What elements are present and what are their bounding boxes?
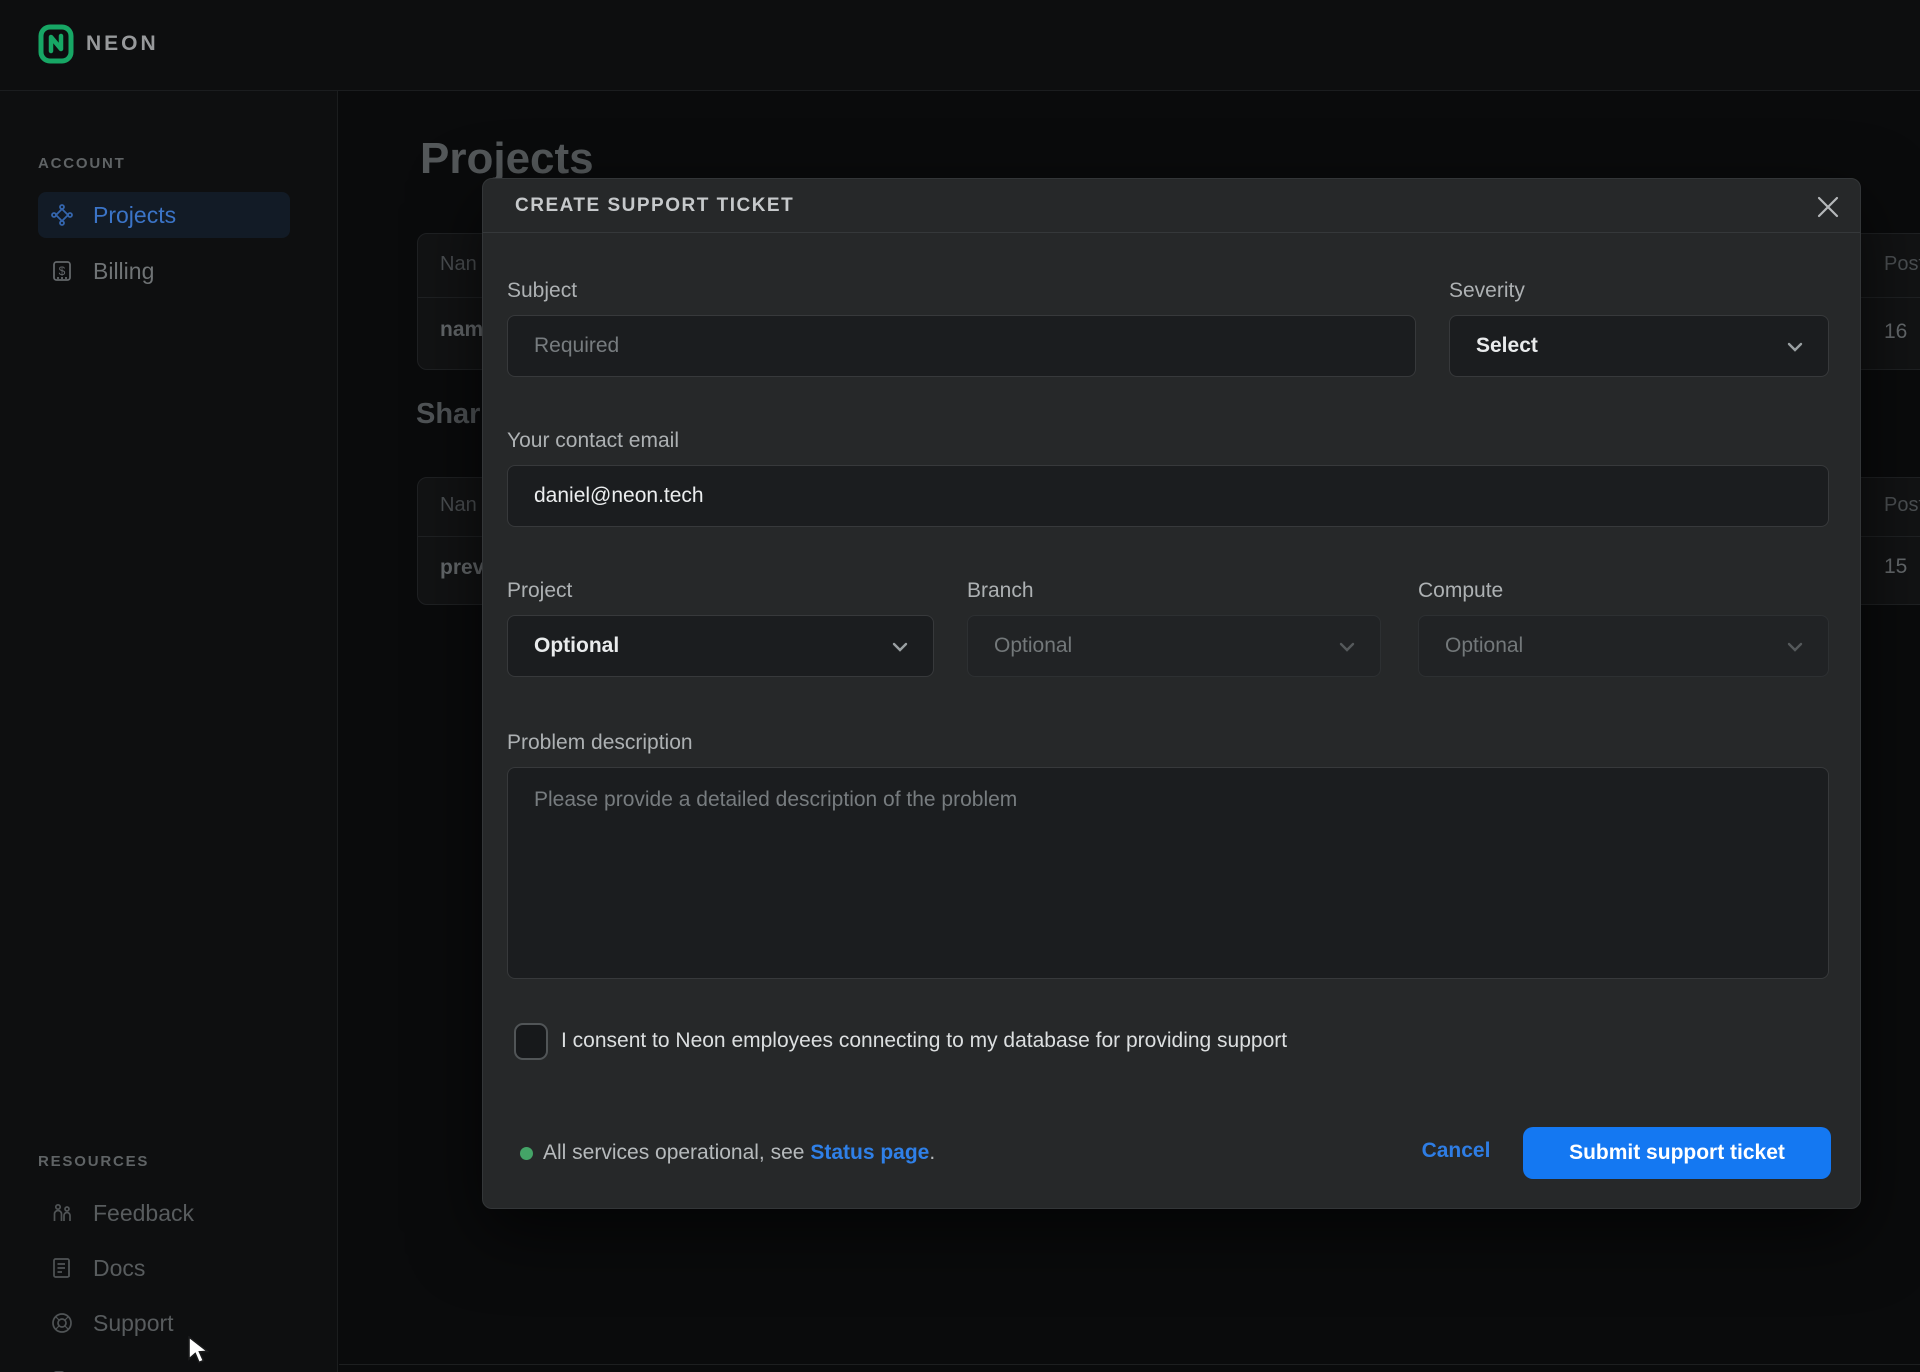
status-suffix: .	[929, 1141, 935, 1164]
project-value: Optional	[534, 634, 619, 658]
sidebar-item-projects[interactable]: Projects	[38, 192, 290, 238]
status-text: All services operational, see Status pag…	[543, 1141, 935, 1165]
consent-checkbox[interactable]	[514, 1023, 548, 1060]
compute-select: Optional	[1418, 615, 1829, 677]
project-label: Project	[507, 579, 572, 603]
projects-table-col-name: Nan	[440, 253, 477, 276]
close-icon[interactable]	[1815, 192, 1845, 222]
subject-input[interactable]	[507, 315, 1416, 377]
shared-table-row-name: prev	[440, 556, 484, 580]
sidebar-item-feedback[interactable]: Feedback	[38, 1190, 290, 1236]
branch-label: Branch	[967, 579, 1034, 603]
severity-label: Severity	[1449, 279, 1525, 303]
sidebar-item-docs[interactable]: Docs	[38, 1245, 290, 1291]
modal-title: CREATE SUPPORT TICKET	[515, 195, 794, 217]
subject-label: Subject	[507, 279, 577, 303]
problem-description-textarea[interactable]	[507, 767, 1829, 979]
consent-label: I consent to Neon employees connecting t…	[561, 1029, 1287, 1053]
bottom-panel-edge	[339, 1364, 1920, 1365]
compute-value: Optional	[1445, 634, 1523, 658]
sidebar-item-partial[interactable]	[38, 1355, 290, 1372]
sidebar-item-label: Billing	[93, 258, 154, 285]
page-title: Projects	[420, 134, 594, 184]
sidebar-item-label: Projects	[93, 202, 176, 229]
docs-icon	[50, 1256, 74, 1280]
shared-table-col-version: Postgr	[1884, 494, 1920, 517]
sidebar-item-label: Docs	[93, 1255, 145, 1282]
chevron-down-icon	[1784, 637, 1806, 657]
support-icon	[50, 1311, 74, 1335]
sidebar-section-resources: RESOURCES	[38, 1153, 149, 1170]
shared-table-row-version: 15	[1884, 555, 1907, 579]
neon-logo-icon	[38, 24, 74, 64]
cancel-button[interactable]: Cancel	[1391, 1139, 1521, 1163]
sidebar-item-label: Feedback	[93, 1200, 194, 1227]
contact-email-label: Your contact email	[507, 429, 679, 453]
billing-icon: $	[50, 259, 74, 283]
feedback-icon	[50, 1201, 74, 1225]
branch-value: Optional	[994, 634, 1072, 658]
sidebar: ACCOUNT Projects $ Billing RESOURCES	[0, 91, 338, 1372]
sidebar-item-label: Support	[93, 1310, 174, 1337]
compute-label: Compute	[1418, 579, 1503, 603]
projects-table-col-version: Postgr	[1884, 253, 1920, 276]
brand-name: NEON	[86, 32, 159, 56]
chevron-down-icon	[889, 637, 911, 657]
severity-select[interactable]: Select	[1449, 315, 1829, 377]
svg-text:$: $	[59, 264, 66, 278]
branch-select: Optional	[967, 615, 1381, 677]
top-bar: NEON	[0, 0, 1920, 91]
chevron-down-icon	[1784, 337, 1806, 357]
status-page-link[interactable]: Status page	[810, 1141, 929, 1164]
sidebar-item-support[interactable]: Support	[38, 1300, 290, 1346]
sidebar-item-billing[interactable]: $ Billing	[38, 248, 290, 294]
modal-header: CREATE SUPPORT TICKET	[483, 179, 1860, 233]
sidebar-section-account: ACCOUNT	[38, 155, 126, 172]
shared-section-title: Shar	[416, 398, 480, 431]
problem-description-label: Problem description	[507, 731, 693, 755]
contact-email-input[interactable]	[507, 465, 1829, 527]
projects-table-row-name: nam	[440, 318, 483, 342]
status-ok-dot-icon	[520, 1147, 533, 1160]
project-select[interactable]: Optional	[507, 615, 934, 677]
projects-icon	[50, 203, 74, 227]
chevron-down-icon	[1336, 637, 1358, 657]
create-support-ticket-modal: CREATE SUPPORT TICKET Subject Severity S…	[482, 178, 1861, 1209]
projects-table-row-version: 16	[1884, 320, 1907, 344]
severity-value: Select	[1476, 334, 1538, 358]
status-message: All services operational, see	[543, 1141, 810, 1164]
submit-support-ticket-button[interactable]: Submit support ticket	[1523, 1127, 1831, 1179]
partial-sidebar-icon	[50, 1366, 74, 1372]
shared-table-col-name: Nan	[440, 494, 477, 517]
